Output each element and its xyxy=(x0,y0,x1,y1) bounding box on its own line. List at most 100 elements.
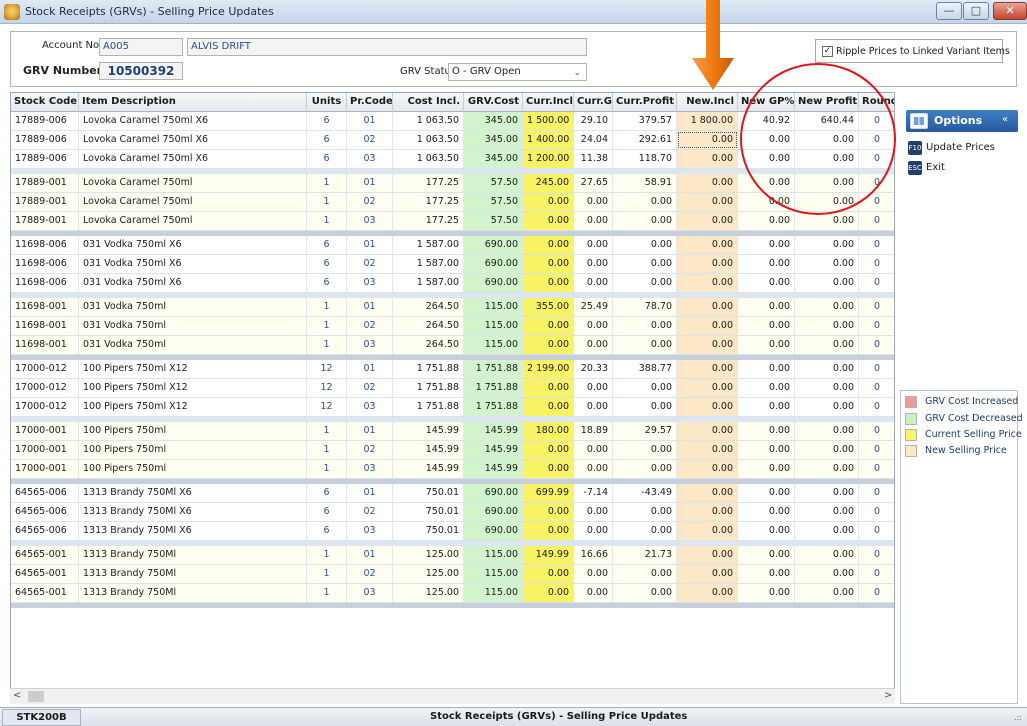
table-row[interactable]: 64565-001 1313 Brandy 750Ml 1 02 125.00 115.0… xyxy=(11,565,894,584)
column-header-cost-incl[interactable]: Cost Incl. xyxy=(393,93,464,112)
cell-new-incl[interactable]: 0.00 xyxy=(677,150,738,168)
ripple-prices-checkbox[interactable]: ✓ xyxy=(822,46,833,57)
table-row[interactable]: 64565-001 1313 Brandy 750Ml 1 03 125.00 115.0… xyxy=(11,584,894,603)
cell-rounding: 0 xyxy=(859,503,894,521)
column-header-stock-code[interactable]: Stock Code xyxy=(11,93,79,112)
column-header-units[interactable]: Units xyxy=(307,93,347,112)
cell-curr-incl: 0.00 xyxy=(523,565,574,583)
table-row[interactable]: 17000-012 100 Pipers 750ml X12 12 02 1 751.8… xyxy=(11,379,894,398)
cell-price-code: 02 xyxy=(347,193,393,211)
scroll-left-icon[interactable]: < xyxy=(13,690,21,701)
resize-grip-icon[interactable]: .:: xyxy=(1014,713,1022,722)
cell-curr-profit: 0.00 xyxy=(613,336,677,354)
cell-grv-cost: 690.00 xyxy=(464,484,523,502)
grv-number-field[interactable]: 10500392 xyxy=(99,62,183,80)
cell-stock-code: 11698-006 xyxy=(11,255,79,273)
cell-new-profit: 0.00 xyxy=(795,255,859,273)
column-header-price-code[interactable]: Pr.Code xyxy=(347,93,393,112)
cell-new-incl[interactable]: 0.00 xyxy=(677,193,738,211)
cell-new-incl[interactable]: 0.00 xyxy=(677,546,738,564)
cell-new-incl[interactable]: 0.00 xyxy=(677,522,738,540)
cell-curr-gp: 0.00 xyxy=(574,255,613,273)
cell-new-incl[interactable]: 0.00 xyxy=(677,441,738,459)
account-no-field[interactable]: A005 xyxy=(99,38,183,56)
table-row[interactable]: 17000-001 100 Pipers 750ml 1 01 145.99 145.99… xyxy=(11,422,894,441)
options-header[interactable]: Options « xyxy=(906,110,1018,132)
scroll-thumb[interactable] xyxy=(28,691,44,702)
table-row[interactable]: 64565-006 1313 Brandy 750Ml X6 6 03 750.01 69… xyxy=(11,522,894,541)
cell-curr-profit: 0.00 xyxy=(613,584,677,602)
scroll-right-icon[interactable]: > xyxy=(884,690,892,701)
cell-new-incl[interactable]: 0.00 xyxy=(677,336,738,354)
cell-new-incl[interactable]: 0.00 xyxy=(677,360,738,378)
cell-new-incl[interactable]: 0.00 xyxy=(677,317,738,335)
table-row[interactable]: 64565-001 1313 Brandy 750Ml 1 01 125.00 115.0… xyxy=(11,546,894,565)
table-row[interactable]: 64565-006 1313 Brandy 750Ml X6 6 02 750.01 69… xyxy=(11,503,894,522)
column-header-new-incl[interactable]: New.Incl xyxy=(677,93,738,112)
column-header-curr-gp[interactable]: Curr.GP. xyxy=(574,93,613,112)
cell-new-incl[interactable]: 0.00 xyxy=(677,212,738,230)
cell-item-description: 100 Pipers 750ml X12 xyxy=(79,360,307,378)
horizontal-scrollbar[interactable]: < > xyxy=(10,688,895,704)
cell-cost-incl: 264.50 xyxy=(393,317,464,335)
cell-new-incl[interactable]: 0.00 xyxy=(677,274,738,292)
table-row[interactable]: 11698-006 031 Vodka 750ml X6 6 01 1 587.00 69… xyxy=(11,236,894,255)
collapse-icon[interactable]: « xyxy=(1002,114,1008,125)
cell-curr-gp: -7.14 xyxy=(574,484,613,502)
cell-new-incl[interactable]: 1 800.00 xyxy=(677,112,738,130)
cell-grv-cost: 345.00 xyxy=(464,112,523,130)
cell-new-incl[interactable]: 0.00 xyxy=(677,255,738,273)
cell-new-incl[interactable]: 0.00 xyxy=(677,565,738,583)
cell-grv-cost: 345.00 xyxy=(464,150,523,168)
table-row[interactable]: 17000-001 100 Pipers 750ml 1 03 145.99 145.99… xyxy=(11,460,894,479)
column-header-item-description[interactable]: Item Description xyxy=(79,93,307,112)
cell-cost-incl: 1 587.00 xyxy=(393,274,464,292)
cell-new-incl[interactable]: 0.00 xyxy=(677,460,738,478)
grv-status-value: O - GRV Open xyxy=(452,66,521,77)
table-row[interactable]: 11698-001 031 Vodka 750ml 1 02 264.50 115.00 0… xyxy=(11,317,894,336)
table-row[interactable]: 11698-006 031 Vodka 750ml X6 6 02 1 587.00 69… xyxy=(11,255,894,274)
cell-new-incl[interactable]: 0.00 xyxy=(677,584,738,602)
cell-new-profit: 0.00 xyxy=(795,565,859,583)
close-button[interactable]: ✕ xyxy=(993,2,1027,20)
cell-new-incl[interactable]: 0.00 xyxy=(677,298,738,316)
table-row[interactable]: 17000-012 100 Pipers 750ml X12 12 03 1 751.8… xyxy=(11,398,894,417)
grv-status-select[interactable]: O - GRV Open ⌄ xyxy=(448,63,587,81)
cell-item-description: Lovoka Caramel 750ml X6 xyxy=(79,131,307,149)
table-row[interactable]: 11698-006 031 Vodka 750ml X6 6 03 1 587.00 69… xyxy=(11,274,894,293)
cell-units: 1 xyxy=(307,298,347,316)
table-row[interactable]: 11698-001 031 Vodka 750ml 1 01 264.50 115.00 3… xyxy=(11,298,894,317)
cell-new-incl[interactable]: 0.00 xyxy=(677,398,738,416)
cell-curr-profit: 379.57 xyxy=(613,112,677,130)
cell-curr-gp: 27.65 xyxy=(574,174,613,192)
cell-price-code: 02 xyxy=(347,131,393,149)
column-header-grv-cost[interactable]: GRV.Cost xyxy=(464,93,523,112)
table-row[interactable]: 17000-012 100 Pipers 750ml X12 12 01 1 751.8… xyxy=(11,360,894,379)
cell-new-incl[interactable]: 0.00 xyxy=(677,131,738,149)
cell-price-code: 02 xyxy=(347,255,393,273)
cell-grv-cost: 690.00 xyxy=(464,503,523,521)
minimize-button[interactable]: — xyxy=(936,2,962,20)
account-name-field[interactable]: ALVIS DRIFT xyxy=(187,38,587,56)
table-row[interactable]: 17889-001 Lovoka Caramel 750ml 1 02 177.25 57… xyxy=(11,193,894,212)
column-header-curr-profit[interactable]: Curr.Profit xyxy=(613,93,677,112)
cell-new-incl[interactable]: 0.00 xyxy=(677,503,738,521)
table-row[interactable]: 17000-001 100 Pipers 750ml 1 02 145.99 145.99… xyxy=(11,441,894,460)
maximize-button[interactable]: □ xyxy=(963,2,989,20)
cell-new-incl[interactable]: 0.00 xyxy=(677,174,738,192)
cell-cost-incl: 1 587.00 xyxy=(393,236,464,254)
cell-new-incl[interactable]: 0.00 xyxy=(677,484,738,502)
update-prices-button[interactable]: F10 Update Prices xyxy=(906,140,1018,158)
exit-button[interactable]: ESC Exit xyxy=(906,160,1018,178)
table-row[interactable]: 64565-006 1313 Brandy 750Ml X6 6 01 750.01 69… xyxy=(11,484,894,503)
column-header-curr-incl[interactable]: Curr.Incl xyxy=(523,93,574,112)
cell-cost-incl: 177.25 xyxy=(393,212,464,230)
cell-grv-cost: 115.00 xyxy=(464,298,523,316)
cell-new-incl[interactable]: 0.00 xyxy=(677,422,738,440)
table-row[interactable]: 11698-001 031 Vodka 750ml 1 03 264.50 115.00 0… xyxy=(11,336,894,355)
cell-new-incl[interactable]: 0.00 xyxy=(677,379,738,397)
cell-grv-cost: 57.50 xyxy=(464,174,523,192)
ripple-prices-option[interactable]: ✓ Ripple Prices to Linked Variant Items xyxy=(815,39,1010,63)
cell-new-incl[interactable]: 0.00 xyxy=(677,236,738,254)
table-row[interactable]: 17889-001 Lovoka Caramel 750ml 1 03 177.25 57… xyxy=(11,212,894,231)
